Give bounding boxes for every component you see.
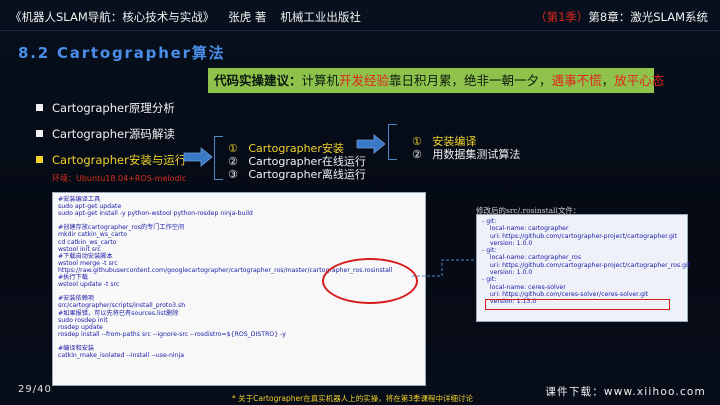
code-line: src/cartographer/scripts/install_proto3.… bbox=[58, 302, 186, 310]
footnote: * 关于Cartographer在真实机器人上的实操，将在第3季课程中详细讨论 bbox=[232, 394, 474, 403]
environment-note: 环境：Ubuntu18.04+ROS-melodic bbox=[52, 174, 187, 183]
code-line: #编译和安装 bbox=[58, 344, 95, 352]
advice-text-6: 放平心态 bbox=[614, 73, 665, 88]
highlight-box bbox=[485, 299, 670, 310]
rosinstall-line: local-name: cartographer bbox=[482, 225, 569, 233]
author: 张虎 著 bbox=[228, 10, 267, 24]
slide: 《机器人SLAM导航：核心技术与实战》 张虎 著机械工业出版社 （第1季）第8章：… bbox=[0, 0, 720, 405]
code-line: catkin_make_isolated --install --use-nin… bbox=[58, 352, 185, 360]
rosinstall-line: local-name: cartographer_ros bbox=[482, 254, 582, 262]
sub-sub-list-item: ② 用数据集测试算法 bbox=[412, 146, 520, 162]
sub-list-num: ③ bbox=[228, 168, 238, 181]
advice-text-2: 开发经验 bbox=[339, 73, 390, 88]
code-line: #下载自动安装脚本 bbox=[58, 252, 113, 260]
season-label: （第1季） bbox=[535, 10, 589, 24]
advice-text-4: 遇事不慌 bbox=[551, 73, 602, 88]
publisher: 机械工业出版社 bbox=[280, 10, 361, 24]
advice-label: 代码实操建议： bbox=[214, 73, 302, 88]
code-line: #如果报错，可以先将已有sources.list删除 bbox=[58, 309, 179, 317]
code-line: sudo rosdep init bbox=[58, 316, 108, 324]
advice-banner: 代码实操建议：计算机开发经验靠日积月累，绝非一朝一夕，遇事不慌，放平心态 bbox=[208, 68, 664, 93]
rosinstall-line: uri: https://github.com/ceres-solver/cer… bbox=[482, 290, 649, 298]
arrow-right-icon bbox=[183, 147, 213, 167]
rosinstall-line: uri: https://github.com/cartographer-pro… bbox=[482, 261, 691, 269]
code-line: wstool init src bbox=[58, 245, 101, 253]
rosinstall-line: uri: https://github.com/cartographer-pro… bbox=[482, 232, 678, 240]
header-divider bbox=[0, 30, 720, 31]
download-link[interactable]: 课件下载：www.xiihoo.com bbox=[545, 384, 706, 399]
rosinstall-line: - git: bbox=[482, 247, 497, 255]
advice-text-5: ， bbox=[601, 73, 615, 88]
code-line: cd catkin_ws_carto bbox=[58, 238, 117, 246]
bullet-item-active: Cartographer安装与运行 bbox=[36, 152, 186, 168]
code-line: rosdep install --from-paths src --ignore… bbox=[58, 330, 286, 338]
rosinstall-code: - git: local-name: cartographer uri: htt… bbox=[482, 218, 690, 306]
rosinstall-line: version: 1.0.0 bbox=[482, 269, 533, 277]
code-line: rosdep update bbox=[58, 323, 103, 331]
bullet-square-icon bbox=[36, 156, 43, 163]
bracket bbox=[388, 124, 397, 160]
rosinstall-line: - git: bbox=[482, 276, 497, 284]
header-right: （第1季）第8章：激光SLAM系统 bbox=[535, 9, 708, 25]
section-title: 8.2 Cartographer算法 bbox=[18, 44, 226, 62]
bullet-label: Cartographer源码解读 bbox=[52, 127, 175, 141]
code-line: mkdir catkin_ws_carto bbox=[58, 231, 128, 239]
arrow-right-icon bbox=[356, 134, 386, 154]
bracket bbox=[214, 136, 223, 180]
highlight-ellipse bbox=[322, 258, 418, 304]
bullet-label: Cartographer原理分析 bbox=[52, 101, 175, 115]
header-left: 《机器人SLAM导航：核心技术与实战》 张虎 著机械工业出版社 bbox=[10, 9, 375, 25]
code-line: sudo apt-get install -y python-wstool py… bbox=[58, 210, 253, 218]
page-number: 29/40 bbox=[18, 384, 52, 395]
code-line: #创建存放cartographer_ros的专门工作空间 bbox=[58, 224, 185, 232]
sub-sub-list-num: ② bbox=[412, 148, 422, 161]
code-line: #安装编译工具 bbox=[58, 196, 101, 203]
sub-sub-list-label: 用数据集测试算法 bbox=[432, 148, 521, 161]
bullet-square-icon bbox=[36, 104, 43, 111]
sub-list-label: Cartographer离线运行 bbox=[248, 168, 366, 181]
rosinstall-line: version: 1.0.0 bbox=[482, 239, 533, 247]
sub-list-item: ③ Cartographer离线运行 bbox=[228, 166, 366, 182]
bullet-item: Cartographer原理分析 bbox=[36, 100, 175, 116]
advice-text-3: 靠日积月累，绝非一朝一夕， bbox=[389, 73, 552, 88]
code-line: sudo apt-get update bbox=[58, 203, 122, 211]
rosinstall-line: local-name: ceres-solver bbox=[482, 283, 566, 291]
advice-text-1: 计算机 bbox=[301, 73, 340, 88]
bullet-square-icon bbox=[36, 130, 43, 137]
book-title: 《机器人SLAM导航：核心技术与实战》 bbox=[10, 10, 215, 24]
rosinstall-panel: - git: local-name: cartographer uri: htt… bbox=[476, 214, 690, 322]
dashed-arrow-icon bbox=[412, 256, 481, 277]
bullet-label: Cartographer安装与运行 bbox=[52, 153, 187, 167]
rosinstall-line: - git: bbox=[482, 218, 497, 225]
chapter-label: 第8章：激光SLAM系统 bbox=[588, 10, 708, 24]
bullet-item: Cartographer源码解读 bbox=[36, 126, 175, 142]
